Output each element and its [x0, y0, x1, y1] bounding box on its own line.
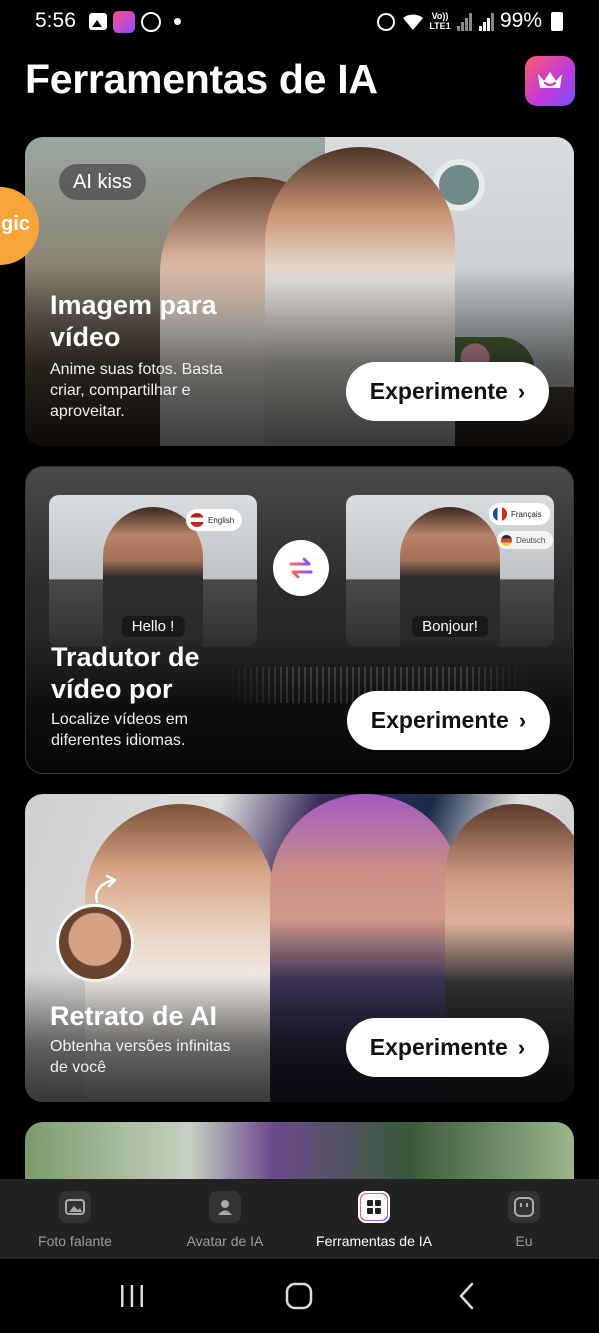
chevron-right-icon: ›	[517, 1034, 526, 1060]
ai-kiss-chip[interactable]: AI kiss	[59, 164, 146, 200]
recent-apps-icon	[121, 1285, 143, 1307]
image-icon	[59, 1191, 91, 1223]
swap-arrows-icon	[289, 557, 313, 579]
france-flag-icon	[493, 507, 507, 521]
swap-languages-button[interactable]	[273, 540, 329, 596]
target-language-pill: Français	[489, 503, 550, 525]
card-description: Localize vídeos em diferentes idiomas.	[51, 711, 188, 749]
home-button[interactable]	[285, 1279, 313, 1313]
nav-tab-talking-photo[interactable]: Foto falante	[0, 1179, 150, 1259]
nav-tab-ai-avatar[interactable]: Avatar de IA	[150, 1179, 300, 1259]
try-video-translator-button[interactable]: Experimente ›	[347, 691, 550, 750]
page-title: Ferramentas de IA	[25, 56, 378, 102]
home-icon	[285, 1282, 313, 1310]
card-title: Imagem para vídeo	[50, 290, 217, 352]
back-button[interactable]	[455, 1279, 479, 1313]
try-image-to-video-button[interactable]: Experimente ›	[346, 362, 549, 421]
source-language-pill: English	[186, 509, 243, 531]
chevron-right-icon: ›	[518, 707, 527, 733]
card-image-to-video[interactable]: AI kiss Imagem para vídeo Anime suas fot…	[25, 137, 574, 446]
card-video-translator[interactable]: Hello ! English Bonjour! Français Deutsc…	[25, 466, 574, 774]
gallery-notification-icon	[89, 13, 107, 30]
side-tab-label: gic	[1, 213, 30, 235]
back-icon	[459, 1282, 474, 1310]
profile-face-icon	[508, 1191, 540, 1223]
alarm-icon	[377, 13, 395, 31]
avatar-icon	[209, 1191, 241, 1223]
signal-sim2-icon	[478, 13, 494, 31]
bottom-navigation: Foto falante Avatar de IA Ferramentas de…	[0, 1179, 599, 1259]
source-face-avatar	[56, 904, 134, 982]
card-ai-portrait[interactable]: Retrato de AI Obtenha versões infinitas …	[25, 794, 574, 1102]
signal-sim1-icon	[456, 13, 472, 31]
curved-arrow-icon	[95, 874, 117, 904]
us-flag-icon	[190, 513, 204, 527]
card-description: Anime suas fotos. Basta criar, compartil…	[50, 361, 223, 420]
nav-tab-ai-tools[interactable]: Ferramentas de IA	[299, 1179, 449, 1259]
more-notifications-dot-icon	[174, 18, 181, 25]
chevron-right-icon: ›	[517, 378, 526, 404]
premium-button[interactable]	[525, 56, 575, 106]
system-navigation-bar	[0, 1259, 599, 1333]
target-caption: Bonjour!	[412, 616, 488, 637]
status-bar: 5:56 Vo)) LTE1 99%	[0, 0, 599, 44]
card-title: Tradutor de vídeo por	[51, 642, 200, 704]
source-caption: Hello !	[121, 616, 185, 637]
battery-percentage: 99%	[500, 9, 543, 32]
grid-icon	[358, 1191, 390, 1223]
recent-apps-button[interactable]	[118, 1279, 146, 1313]
crown-icon	[538, 72, 562, 88]
volte-indicator: Vo)) LTE1	[429, 11, 451, 31]
status-time: 5:56	[35, 9, 76, 32]
extra-language-pill: Deutsch	[497, 531, 554, 549]
app-notification-icon	[113, 11, 135, 33]
card-description: Obtenha versões infinitas de você	[50, 1038, 231, 1076]
battery-icon	[551, 12, 563, 31]
germany-flag-icon	[501, 534, 512, 546]
try-ai-portrait-button[interactable]: Experimente ›	[346, 1018, 549, 1077]
wifi-icon	[401, 12, 425, 32]
card-title: Retrato de AI	[50, 1001, 218, 1031]
nav-tab-me[interactable]: Eu	[449, 1179, 599, 1259]
face-app-notification-icon	[141, 12, 161, 32]
